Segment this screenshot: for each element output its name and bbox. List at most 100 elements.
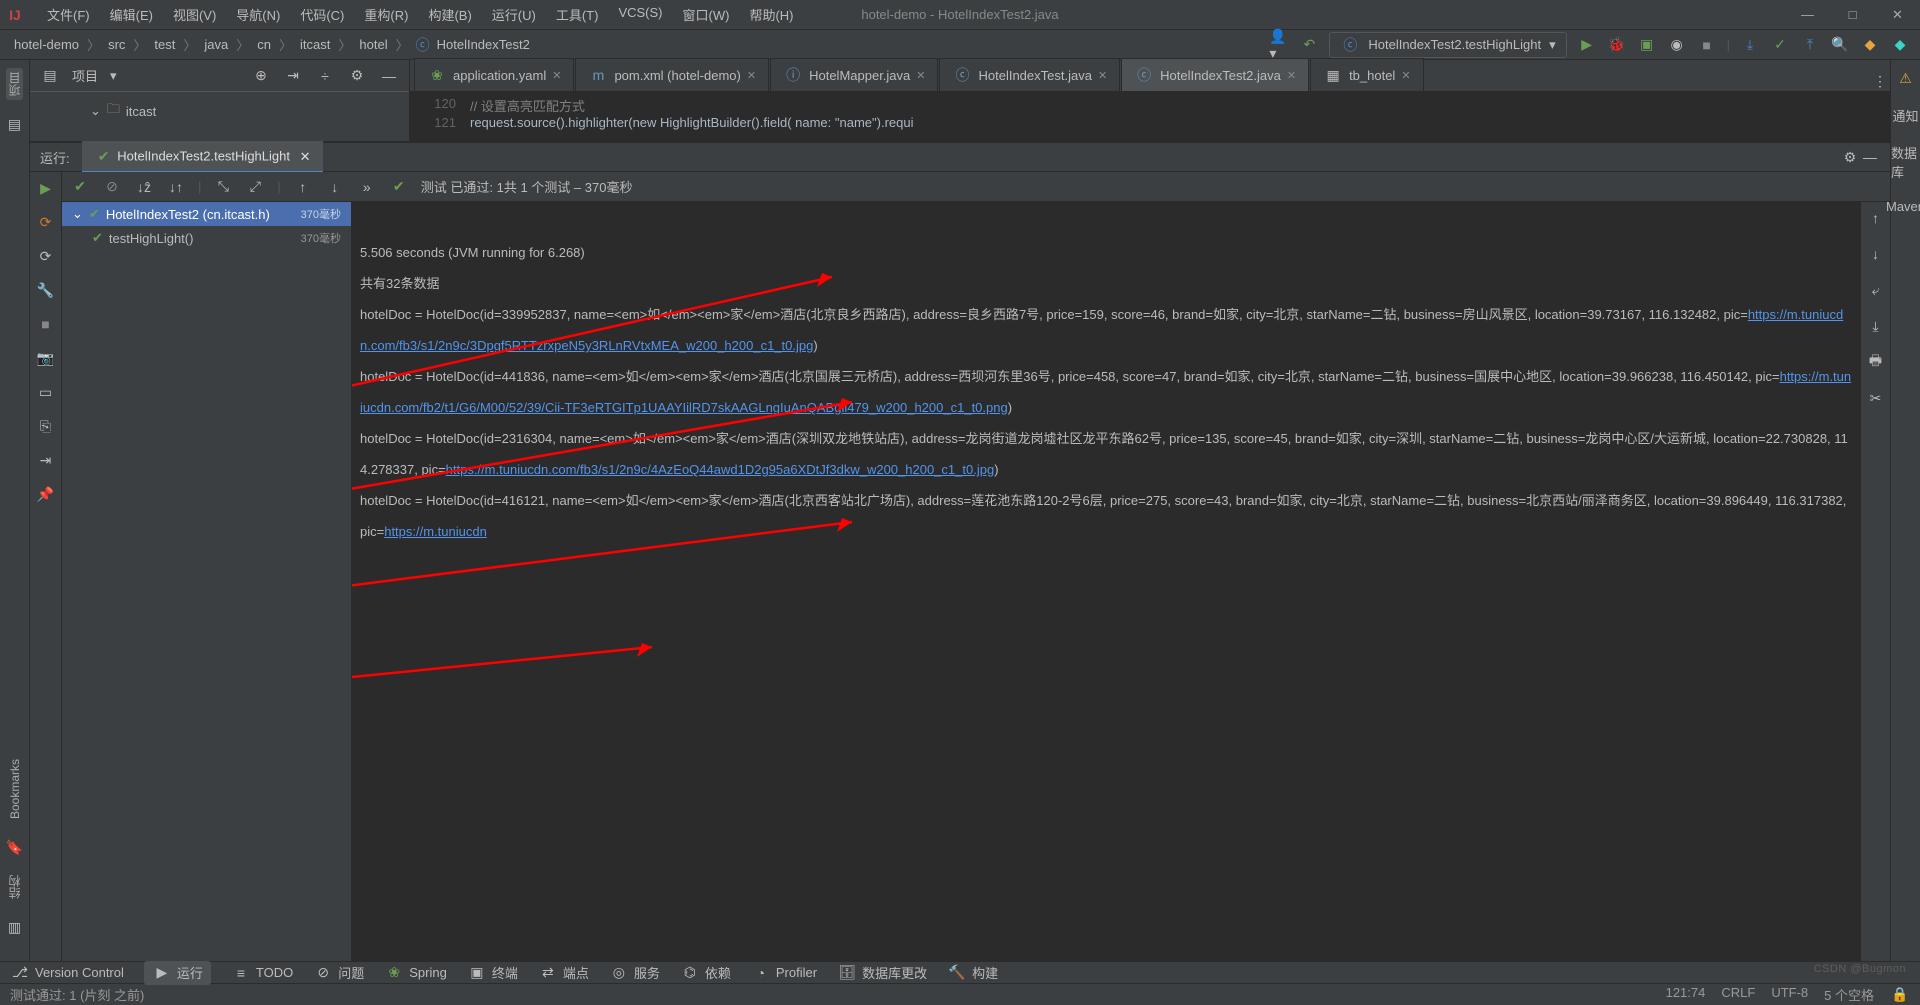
line-sep[interactable]: CRLF — [1721, 985, 1755, 1005]
menu-navigate[interactable]: 导航(N) — [227, 2, 289, 27]
side-notify[interactable]: 通知 — [1892, 106, 1918, 125]
ts-profiler[interactable]: ◔Profiler — [751, 963, 817, 983]
run-icon[interactable]: ▶ — [1577, 35, 1597, 55]
collapse-icon[interactable]: ⤢ — [245, 177, 265, 197]
indent[interactable]: 5 个空格 — [1824, 985, 1874, 1005]
maximize-icon[interactable]: □ — [1830, 0, 1875, 30]
menu-edit[interactable]: 编辑(E) — [101, 2, 162, 27]
close-tab-icon[interactable]: ✕ — [1287, 69, 1296, 82]
crumb-hotel[interactable]: hotel — [355, 37, 391, 52]
tab-application-yaml[interactable]: ❀application.yaml✕ — [414, 58, 574, 91]
close-icon[interactable]: ✕ — [1875, 0, 1920, 30]
menu-help[interactable]: 帮助(H) — [740, 2, 802, 27]
menu-code[interactable]: 代码(C) — [291, 2, 353, 27]
gear-icon[interactable]: ⚙ — [1840, 147, 1860, 167]
pin-icon[interactable]: ⇥ — [36, 450, 56, 470]
ts-endpoints[interactable]: ⇄端点 — [538, 963, 589, 983]
ts-vcs[interactable]: ⎇Version Control — [10, 963, 124, 983]
ts-spring[interactable]: ❀Spring — [384, 963, 447, 983]
side-project[interactable]: 项目 — [6, 68, 23, 100]
ts-deps[interactable]: ⌬依赖 — [680, 963, 731, 983]
vcs-push-icon[interactable]: ⤒ — [1800, 35, 1820, 55]
crumb-itcast[interactable]: itcast — [296, 37, 334, 52]
show-ignored-icon[interactable]: ⊘ — [102, 177, 122, 197]
menu-window[interactable]: 窗口(W) — [674, 2, 739, 27]
menu-tools[interactable]: 工具(T) — [547, 2, 608, 27]
rerun-icon[interactable]: ▶ — [36, 178, 56, 198]
print-icon[interactable]: 🖶 — [1866, 352, 1886, 372]
ts-dbchanges[interactable]: 🗄数据库更改 — [837, 963, 927, 983]
stop-icon[interactable]: ■ — [1697, 35, 1717, 55]
soft-wrap-icon[interactable]: ⤶ — [1866, 280, 1886, 300]
debug-icon[interactable]: 🐞 — [1607, 35, 1627, 55]
close-tab-icon[interactable]: ✕ — [1401, 69, 1410, 82]
close-tab-icon[interactable]: ✕ — [747, 69, 756, 82]
dump-icon[interactable]: 📷 — [36, 348, 56, 368]
menu-refactor[interactable]: 重构(R) — [355, 2, 417, 27]
sort-icon[interactable]: ↓ẑ — [134, 177, 154, 197]
warning-icon[interactable]: ⚠ — [1896, 68, 1916, 88]
close-tab-icon[interactable]: ✕ — [916, 69, 925, 82]
tab-hotelmapper[interactable]: ⓘHotelMapper.java✕ — [770, 58, 938, 91]
close-tab-icon[interactable]: ✕ — [1098, 69, 1107, 82]
minimize-icon[interactable]: — — [1785, 0, 1830, 30]
run-session-tab[interactable]: ✔ HotelIndexTest2.testHighLight ✕ — [82, 141, 323, 173]
vcs-update-icon[interactable]: ⤓ — [1740, 35, 1760, 55]
ts-todo[interactable]: ≡TODO — [231, 963, 293, 983]
chevron-down-icon[interactable]: ▾ — [110, 68, 117, 84]
toggle-auto-icon[interactable]: ⟳ — [36, 246, 56, 266]
down-icon[interactable]: ↓ — [1866, 244, 1886, 264]
menu-build[interactable]: 构建(B) — [419, 2, 480, 27]
ts-build[interactable]: 🔨构建 — [947, 963, 998, 983]
tab-hotelindextest[interactable]: ⓒHotelIndexTest.java✕ — [939, 58, 1120, 91]
menu-view[interactable]: 视图(V) — [164, 2, 225, 27]
expand-icon[interactable]: ⤡ — [213, 177, 233, 197]
lock-icon[interactable]: 🔒 — [1890, 985, 1910, 1005]
user-icon[interactable]: 👤▾ — [1269, 35, 1289, 55]
profile-icon[interactable]: ◉ — [1667, 35, 1687, 55]
more-tabs-icon[interactable]: ⋮ — [1870, 71, 1890, 91]
console-link[interactable]: https://m.tuniucdn.com/fb3/s1/2n9c/4AzEo… — [446, 462, 995, 477]
search-icon[interactable]: 🔍 — [1830, 35, 1850, 55]
side-bookmarks[interactable]: Bookmarks — [8, 755, 22, 823]
ts-run[interactable]: ▶运行 — [144, 961, 211, 985]
crumb-java[interactable]: java — [200, 37, 232, 52]
close-tab-icon[interactable]: ✕ — [552, 69, 561, 82]
ts-problems[interactable]: ⊘问题 — [313, 963, 364, 983]
scroll-end-icon[interactable]: ⤓ — [1866, 316, 1886, 336]
collapse-icon[interactable]: ÷ — [315, 66, 335, 86]
tab-pom-xml[interactable]: mpom.xml (hotel-demo)✕ — [575, 58, 769, 91]
commit-side-icon[interactable]: ▤ — [5, 114, 25, 134]
next-icon[interactable]: ↓ — [325, 177, 345, 197]
hide-icon[interactable]: — — [1860, 147, 1880, 167]
run-config-selector[interactable]: ⓒ HotelIndexTest2.testHighLight ▾ — [1329, 32, 1566, 58]
up-icon[interactable]: ↑ — [1866, 208, 1886, 228]
back-icon[interactable]: ↶ — [1299, 35, 1319, 55]
structure-icon[interactable]: ▥ — [5, 917, 25, 937]
console-link[interactable]: https://m.tuniucdn — [384, 524, 487, 539]
layout-icon[interactable]: ▭ — [36, 382, 56, 402]
code-editor[interactable]: 120// 设置高亮匹配方式 121request.source().highl… — [410, 92, 1890, 134]
rerun-failed-icon[interactable]: ⟳ — [36, 212, 56, 232]
side-db[interactable]: 数据库 — [1891, 143, 1920, 181]
menu-file[interactable]: 文件(F) — [38, 2, 99, 27]
gear-icon[interactable]: ⚙ — [347, 66, 367, 86]
side-maven[interactable]: Maven — [1886, 199, 1920, 214]
crumb-class[interactable]: HotelIndexTest2 — [433, 37, 534, 52]
tab-tbhotel[interactable]: ▦tb_hotel✕ — [1310, 58, 1423, 91]
avatar-icon[interactable]: ◆ — [1890, 35, 1910, 55]
crumb-cn[interactable]: cn — [253, 37, 275, 52]
export-icon[interactable]: » — [357, 177, 377, 197]
tree-folder-itcast[interactable]: ⌄ 🗀 itcast — [50, 98, 389, 124]
bookmark-icon[interactable]: 🔖 — [5, 837, 25, 857]
encoding[interactable]: UTF-8 — [1771, 985, 1808, 1005]
pin2-icon[interactable]: 📌 — [36, 484, 56, 504]
vcs-commit-icon[interactable]: ✓ — [1770, 35, 1790, 55]
ts-terminal[interactable]: ▣终端 — [467, 963, 518, 983]
select-opened-icon[interactable]: ⊕ — [251, 66, 271, 86]
menu-run[interactable]: 运行(U) — [483, 2, 545, 27]
menu-vcs[interactable]: VCS(S) — [609, 2, 671, 27]
test-node-class[interactable]: ⌄ ✔ HotelIndexTest2 (cn.itcast.h) 370毫秒 — [62, 202, 351, 226]
wrench-icon[interactable]: 🔧 — [36, 280, 56, 300]
close-tab-icon[interactable]: ✕ — [300, 149, 311, 164]
